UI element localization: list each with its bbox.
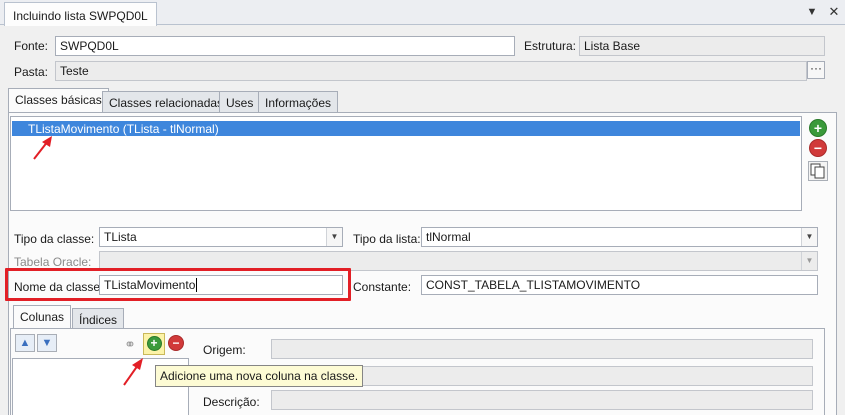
move-up-button[interactable]: ▲ [15,334,35,352]
tabela-oracle-label: Tabela Oracle: [14,255,92,269]
tipo-lista-select[interactable]: tlNormal ▼ [421,227,818,247]
tab-classes-relacionadas[interactable]: Classes relacionadas [102,91,231,113]
pasta-field[interactable]: Teste [55,61,807,81]
annotation-arrow-add-column [123,358,143,386]
tab-indices[interactable]: Índices [72,308,125,330]
chevron-down-icon[interactable]: ▼ [801,228,817,246]
nome-classe-value: TListaMovimento [104,278,196,292]
tipo-classe-label: Tipo da classe: [14,232,95,246]
copy-class-button[interactable] [808,161,828,181]
add-column-button[interactable]: + [143,333,165,355]
remove-class-button[interactable]: − [809,139,827,157]
chevron-down-icon: ▼ [801,252,817,270]
tipo-classe-value: TLista [104,230,137,244]
document-tab[interactable]: Incluindo lista SWPQD0L [4,2,157,26]
list-item[interactable]: TListaMovimento (TLista - tlNormal) [12,121,800,136]
origem-field[interactable] [271,339,813,359]
origem-label: Origem: [203,343,246,357]
tab-classes-basicas[interactable]: Classes básicas [8,88,109,113]
remove-column-button[interactable]: − [168,335,184,351]
add-class-button[interactable]: + [809,119,827,137]
text-cursor [196,278,198,292]
fonte-field[interactable]: SWPQD0L [55,36,515,56]
tab-colunas[interactable]: Colunas [13,305,72,330]
constante-label: Constante: [353,280,412,294]
chevron-down-icon[interactable]: ▼ [804,4,820,20]
browse-folder-button[interactable]: ··· [807,61,825,79]
tipo-lista-value: tlNormal [426,230,471,244]
tab-uses[interactable]: Uses [219,91,261,113]
nome-classe-field[interactable]: TListaMovimento [99,275,343,295]
copy-icon [810,163,825,179]
constante-field[interactable]: CONST_TABELA_TLISTAMOVIMENTO [421,275,818,295]
nome-classe-label: Nome da classe: [14,280,104,294]
descricao-field[interactable] [271,390,813,410]
tipo-lista-label: Tipo da lista: [353,232,421,246]
link-icon[interactable]: ⚭ [120,334,140,354]
estrutura-label: Estrutura: [524,39,577,53]
move-down-button[interactable]: ▼ [37,334,57,352]
descricao-label: Descrição: [203,395,260,409]
fonte-label: Fonte: [14,39,49,53]
tab-informacoes[interactable]: Informações [258,91,339,113]
estrutura-field[interactable]: Lista Base [579,36,825,56]
annotation-arrow-class-list [33,136,52,160]
close-icon[interactable]: ✕ [826,4,842,20]
plus-icon: + [146,336,162,351]
pasta-label: Pasta: [14,65,49,79]
chevron-down-icon[interactable]: ▼ [326,228,342,246]
tipo-classe-select[interactable]: TLista ▼ [99,227,343,247]
add-column-tooltip: Adicione uma nova coluna na classe. [155,365,364,387]
